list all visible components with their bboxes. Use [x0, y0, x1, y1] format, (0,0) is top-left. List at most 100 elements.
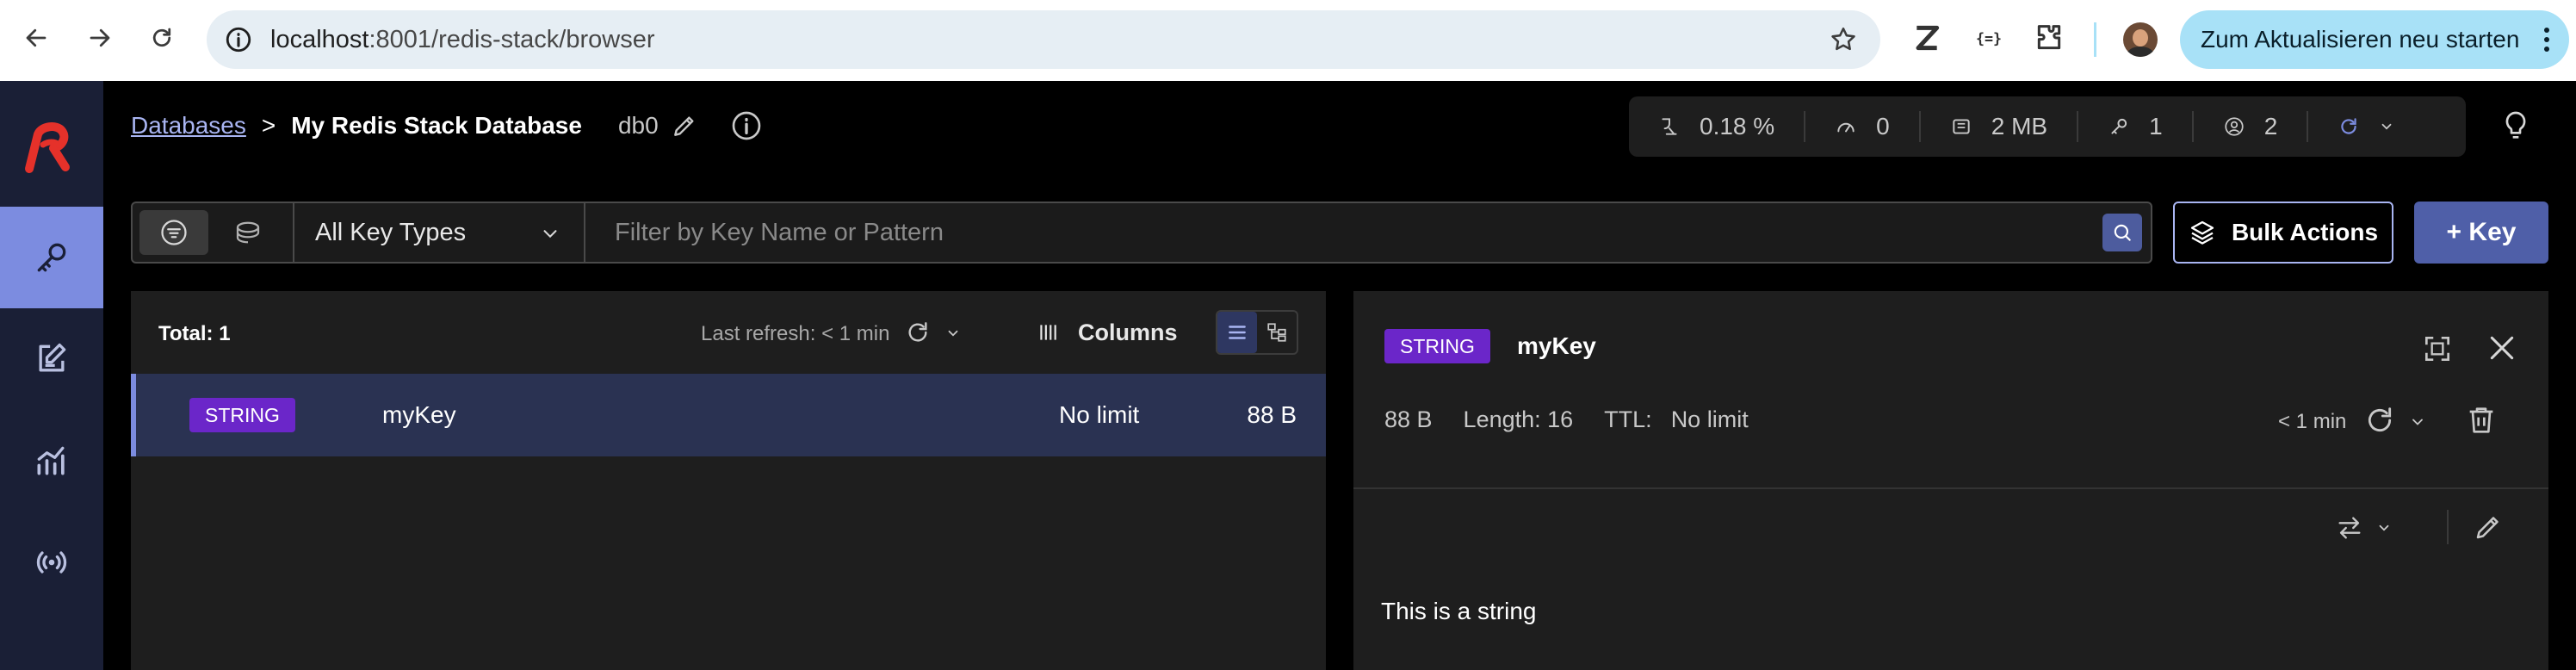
key-type-value: All Key Types	[315, 219, 467, 246]
memory-icon	[1953, 119, 1970, 134]
key-list-panel: Total: 1 Last refresh: < 1 min Columns S…	[131, 291, 1326, 670]
close-icon[interactable]	[2485, 331, 2519, 365]
z-extension-icon[interactable]	[1910, 21, 1944, 55]
key-search-input[interactable]	[587, 205, 2034, 260]
key-ttl: No limit	[1059, 401, 1140, 428]
cpu-icon	[1662, 118, 1677, 135]
profile-avatar[interactable]	[2123, 22, 2158, 57]
details-divider	[1353, 487, 2548, 489]
filter-icon	[161, 220, 187, 245]
edit-note-icon	[39, 343, 66, 372]
json-extension-icon[interactable]: {=}	[1972, 21, 2006, 55]
columns-icon	[1040, 325, 1056, 340]
total-keys: Total: 1	[158, 322, 231, 345]
tree-icon	[1267, 323, 1286, 342]
lightbulb-icon[interactable]	[2499, 107, 2533, 145]
cpu-stat: 0.18 %	[1629, 111, 1806, 142]
key-filter-bar: All Key Types	[131, 202, 2152, 264]
breadcrumb-separator: >	[261, 112, 276, 139]
breadcrumb: Databases > My Redis Stack Database db0	[131, 109, 764, 143]
browser-chrome: localhost:8001/redis-stack/browser {=} Z…	[0, 0, 2576, 81]
gauge-icon	[1837, 122, 1855, 133]
key-value[interactable]: This is a string	[1381, 598, 1537, 625]
clients-value: 2	[2263, 113, 2278, 140]
key-metadata: 88 B Length: 16 TTL: No limit	[1384, 406, 1749, 433]
ttl-value: No limit	[1670, 406, 1749, 432]
sidebar-item-analysis[interactable]	[0, 410, 103, 512]
last-refresh-text: Last refresh: < 1 min	[701, 322, 890, 345]
vector-search-mode-button[interactable]	[214, 210, 282, 255]
table-row[interactable]: STRING myKey No limit 88 B	[131, 374, 1326, 456]
trash-icon[interactable]	[2464, 403, 2499, 437]
list-view-button[interactable]	[1217, 312, 1257, 353]
key-size: 88 B	[1384, 406, 1433, 432]
view-toggle	[1216, 310, 1298, 355]
sidebar-item-pubsub[interactable]	[0, 512, 103, 613]
reload-button[interactable]	[141, 17, 183, 59]
toolbar-separator	[2447, 510, 2449, 544]
last-updated-text: < 1 min	[2278, 410, 2347, 433]
filter-mode-button[interactable]	[139, 210, 208, 255]
address-bar[interactable]: localhost:8001/redis-stack/browser	[207, 10, 1880, 69]
reload-icon	[152, 28, 171, 47]
columns-button[interactable]: Columns	[1037, 313, 1178, 351]
info-icon[interactable]	[729, 109, 764, 143]
site-info-icon[interactable]	[224, 25, 253, 54]
redis-insight-app: Databases > My Redis Stack Database db0 …	[0, 81, 2576, 670]
key-size: 88 B	[1247, 401, 1297, 428]
key-type-badge: STRING	[1384, 329, 1490, 363]
search-index-icon	[236, 221, 260, 244]
layers-icon	[2190, 220, 2214, 245]
fullscreen-icon[interactable]	[2421, 332, 2454, 365]
pencil-icon[interactable]	[2473, 512, 2504, 543]
analytics-chart-icon	[37, 446, 65, 475]
chevron-down-icon[interactable]	[2409, 413, 2426, 431]
tree-view-button[interactable]	[1257, 312, 1297, 353]
ttl-label: TTL:	[1604, 406, 1652, 432]
svg-text:{=}: {=}	[1976, 31, 2002, 47]
redis-logo-icon[interactable]	[22, 119, 79, 176]
key-icon	[2111, 118, 2127, 134]
url-host: localhost	[270, 26, 369, 53]
url-path: :8001/redis-stack/browser	[368, 26, 655, 53]
broadcast-icon	[36, 551, 67, 574]
cpu-value: 0.18 %	[1700, 113, 1775, 140]
databases-link[interactable]: Databases	[131, 112, 246, 140]
chevron-down-icon[interactable]	[945, 326, 961, 341]
forward-button[interactable]	[79, 17, 121, 59]
memory-stat: 2 MB	[1921, 111, 2079, 142]
extensions-puzzle-icon[interactable]	[2032, 21, 2066, 55]
back-button[interactable]	[15, 17, 57, 59]
clients-stat: 2	[2194, 111, 2309, 142]
restart-to-update-label: Zum Aktualisieren neu starten	[2201, 26, 2520, 53]
database-index: db0	[617, 112, 659, 139]
key-ttl[interactable]: TTL: No limit	[1604, 406, 1749, 433]
value-format-select[interactable]	[2335, 513, 2392, 543]
auto-refresh-control[interactable]	[2308, 111, 2424, 142]
key-length: Length: 16	[1463, 406, 1574, 432]
refresh-icon[interactable]	[2362, 403, 2397, 437]
arrow-right-icon	[90, 28, 110, 47]
more-vertical-icon	[2544, 28, 2549, 52]
pencil-icon[interactable]	[671, 112, 698, 140]
key-type-select[interactable]: All Key Types	[293, 203, 585, 262]
keys-stat: 1	[2078, 111, 2194, 142]
bulk-actions-button[interactable]: Bulk Actions	[2173, 202, 2393, 264]
key-name-title[interactable]: myKey	[1517, 329, 1596, 363]
ops-stat: 0	[1805, 111, 1921, 142]
key-name: myKey	[382, 401, 456, 428]
sidebar-item-workbench[interactable]	[0, 308, 103, 410]
keys-value: 1	[2149, 113, 2163, 140]
add-key-button[interactable]: + Key	[2414, 202, 2548, 264]
url-text[interactable]: localhost:8001/redis-stack/browser	[270, 10, 655, 69]
restart-to-update-button[interactable]: Zum Aktualisieren neu starten	[2180, 10, 2569, 69]
columns-label: Columns	[1078, 319, 1178, 345]
list-icon	[1229, 326, 1246, 339]
chevron-down-icon	[2379, 524, 2389, 531]
sidebar-item-browser[interactable]	[0, 207, 103, 308]
search-button[interactable]	[2102, 214, 2142, 251]
sidebar	[0, 81, 103, 670]
bookmark-star-icon[interactable]	[1829, 25, 1858, 54]
refresh-icon[interactable]	[904, 319, 932, 346]
bulk-actions-label: Bulk Actions	[2231, 219, 2379, 245]
